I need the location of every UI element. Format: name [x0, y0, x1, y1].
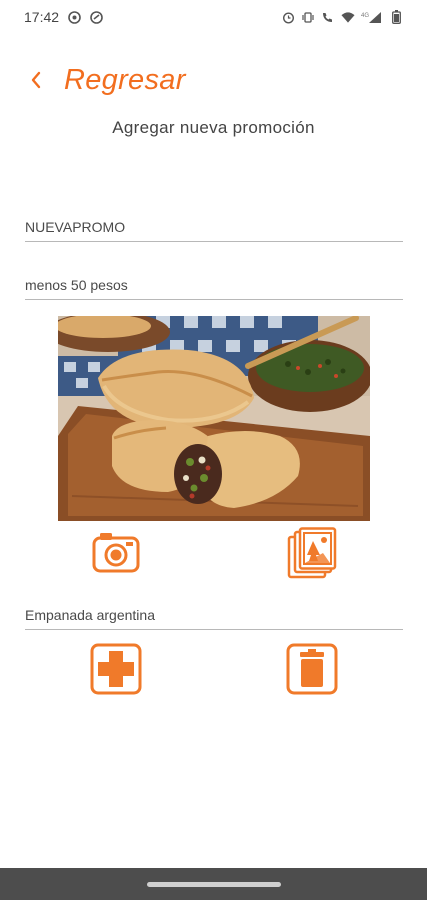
photo-caption-field[interactable]: Empanada argentina	[25, 602, 403, 630]
trash-icon	[286, 643, 338, 700]
page-title: Agregar nueva promoción	[112, 118, 315, 137]
wifi-icon	[341, 10, 355, 24]
gallery-button[interactable]	[286, 526, 338, 584]
add-icon	[90, 643, 142, 700]
promo-code-field[interactable]: NUEVAPROMO	[25, 214, 403, 242]
whatsapp-icon	[67, 10, 81, 24]
delete-button[interactable]	[286, 643, 338, 700]
camera-icon	[92, 530, 140, 579]
promo-code-value: NUEVAPROMO	[25, 219, 126, 235]
back-button[interactable]: Regresar	[30, 60, 186, 100]
navigation-bar	[0, 868, 427, 900]
promo-description-value: menos 50 pesos	[25, 277, 128, 293]
home-handle[interactable]	[146, 881, 281, 887]
status-bar: 17:42 4G	[0, 0, 427, 34]
promo-photo	[58, 316, 370, 521]
battery-icon	[389, 10, 403, 24]
status-time: 17:42	[24, 9, 60, 25]
vibrate-icon	[301, 10, 315, 24]
add-button[interactable]	[90, 643, 142, 700]
volte-call-icon	[321, 10, 335, 24]
svg-text:4G: 4G	[361, 13, 369, 19]
notification-icon	[89, 10, 103, 24]
alarm-icon	[281, 10, 295, 24]
promo-description-field[interactable]: menos 50 pesos	[25, 272, 403, 300]
camera-button[interactable]	[91, 531, 141, 577]
back-label: Regresar	[64, 63, 186, 96]
photo-caption-value: Empanada argentina	[25, 607, 155, 623]
chevron-left-icon	[30, 70, 42, 90]
signal-4g-icon: 4G	[361, 10, 383, 24]
gallery-icon	[287, 526, 337, 584]
